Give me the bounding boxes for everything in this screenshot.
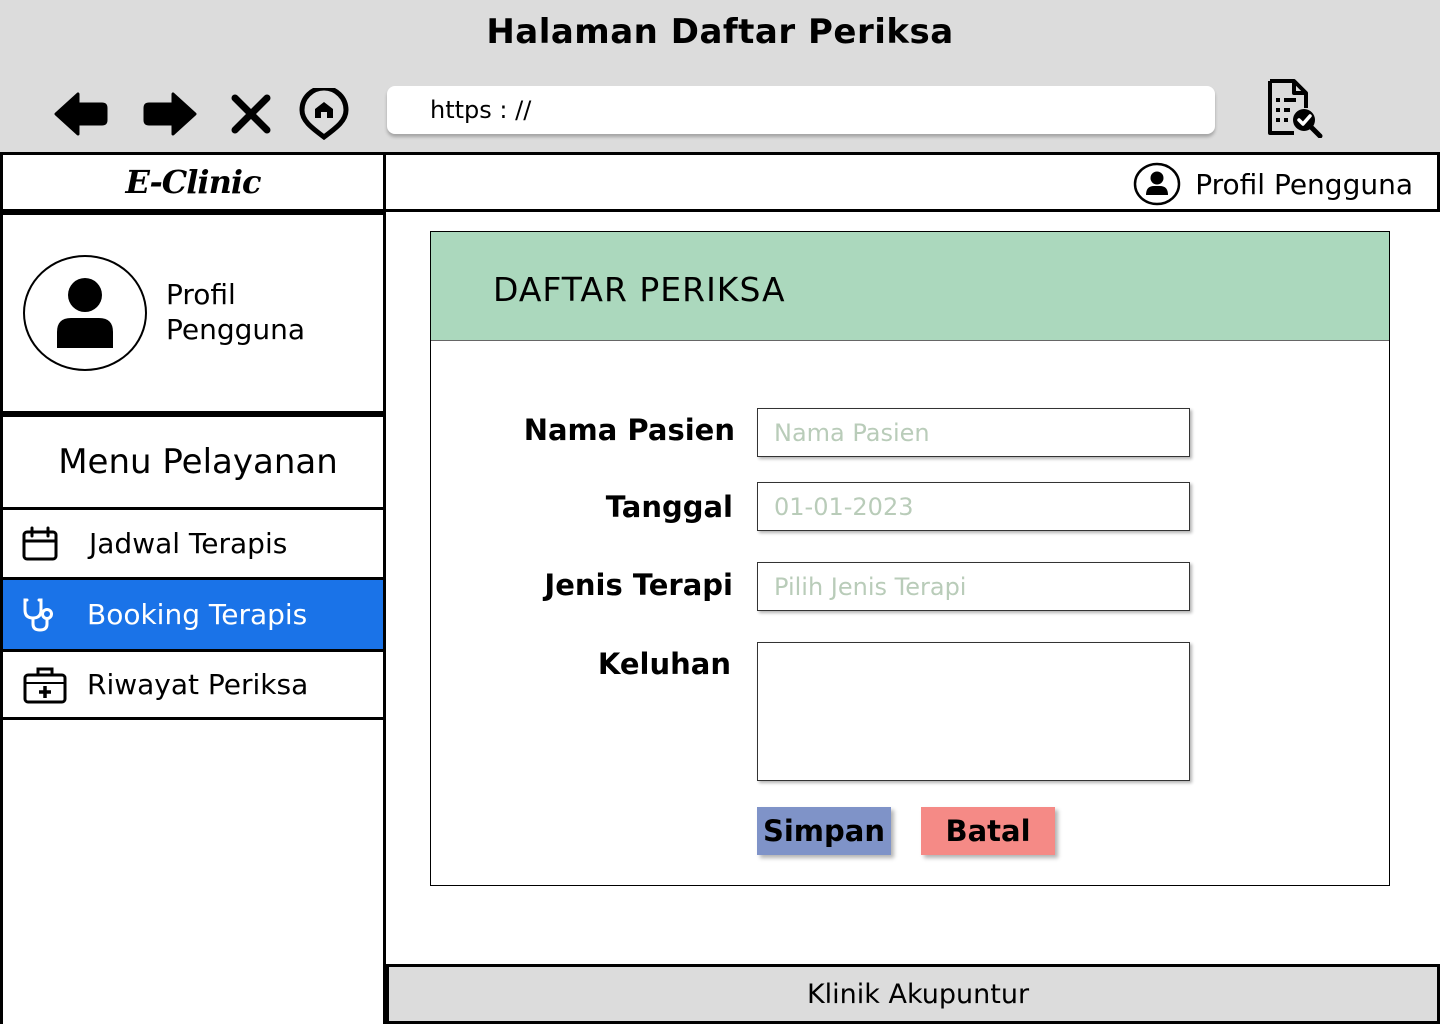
user-profile-label: Profil Pengguna [1195,167,1413,201]
sidebar-item-label: Jadwal Terapis [89,527,288,560]
footer: Klinik Akupuntur [386,964,1440,1024]
menu-header: Menu Pelayanan [3,414,383,510]
arrow-right-icon [143,92,197,136]
tanggal-input[interactable] [757,482,1190,531]
browser-chrome: Halaman Daftar Periksa https : // [0,0,1440,152]
sidebar-item-jadwal-terapis[interactable]: Jadwal Terapis [3,510,383,580]
sidebar: Profil Pengguna Menu Pelayanan Jadwal Te… [0,212,386,1024]
report-button[interactable] [1262,78,1324,140]
label-tanggal: Tanggal [605,490,733,524]
medical-kit-icon [23,667,67,703]
form-card-header: DAFTAR PERIKSA [431,232,1389,341]
sidebar-profile-name: Profil Pengguna [166,277,366,347]
profile-name-line2: Pengguna [166,313,306,346]
url-text: https : // [430,96,532,124]
document-check-icon [1268,79,1323,139]
nama-pasien-input[interactable] [757,408,1190,457]
brand-header: E-Clinic [0,152,386,212]
cancel-button[interactable]: Batal [921,807,1055,855]
footer-text: Klinik Akupuntur [806,978,1030,1010]
sidebar-item-label: Riwayat Periksa [87,668,309,701]
forward-button[interactable] [142,86,198,142]
sidebar-item-riwayat-periksa[interactable]: Riwayat Periksa [3,652,383,720]
label-nama-pasien: Nama Pasien [523,413,735,447]
url-bar[interactable]: https : // [387,86,1215,134]
sidebar-item-booking-terapis[interactable]: Booking Terapis [3,580,383,652]
stethoscope-icon [23,598,53,632]
form-card: DAFTAR PERIKSA Nama Pasien Tanggal Jenis… [430,231,1390,886]
arrow-left-icon [54,92,108,136]
home-icon [299,88,349,140]
brand-logo[interactable]: E-Clinic [126,163,262,201]
window-title: Halaman Daftar Periksa [486,12,954,52]
sidebar-profile-card[interactable]: Profil Pengguna [3,212,383,414]
stop-button[interactable] [223,86,279,142]
keluhan-textarea[interactable] [757,642,1190,781]
label-keluhan: Keluhan [597,647,731,681]
save-button[interactable]: Simpan [757,807,891,855]
label-jenis-terapi: Jenis Terapi [544,568,733,602]
home-button[interactable] [296,86,352,142]
top-bar: Profil Pengguna [386,152,1440,212]
form-title: DAFTAR PERIKSA [493,270,786,309]
profile-name-line1: Profil [166,278,236,311]
back-button[interactable] [53,86,109,142]
jenis-terapi-select[interactable] [757,562,1190,611]
avatar [23,255,147,371]
user-avatar-icon [57,278,113,348]
calendar-icon [22,526,58,560]
close-icon [231,94,271,134]
user-profile-button[interactable]: Profil Pengguna [1133,162,1413,206]
sidebar-item-label: Booking Terapis [87,598,308,631]
user-circle-icon [1133,162,1181,206]
